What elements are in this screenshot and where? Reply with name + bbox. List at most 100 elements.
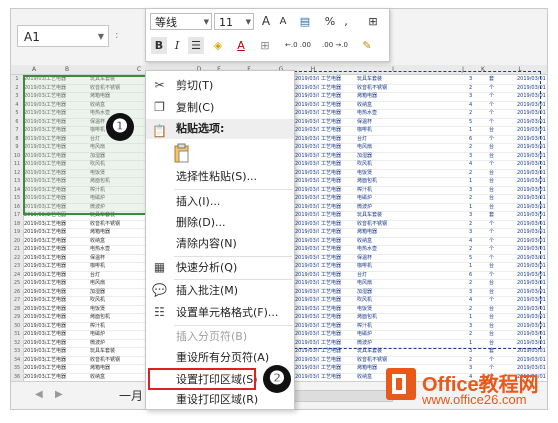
grid-cell[interactable]: 2019/03/01 [24,313,46,322]
row-number[interactable]: 17 [11,211,23,220]
grid-cell[interactable]: 2019/03/01 [24,220,46,229]
italic-button[interactable]: I [169,37,185,54]
grid-cell[interactable]: 2019/03/01 [24,305,46,314]
grid-cell[interactable]: 工艺电器 [46,322,90,331]
grid-cell[interactable]: 2019/03/01 [24,237,46,246]
grid-cell[interactable]: 2019/03/01 [24,279,46,288]
row-number[interactable]: 18 [11,220,23,229]
row-number[interactable]: 29 [11,313,23,322]
shrink-font-button[interactable]: A [275,13,291,30]
font-size-select[interactable]: 11 ▼ [214,13,254,30]
row-number[interactable]: 3 [11,92,23,101]
row-number[interactable]: 25 [11,279,23,288]
row-number[interactable]: 5 [11,109,23,118]
row-number[interactable]: 24 [11,271,23,280]
borders-icon[interactable]: ⊞ [256,37,274,54]
fill-color-icon[interactable]: ◈ [208,37,228,54]
comma-button[interactable]: , [340,13,352,30]
menu-item-paste-special[interactable]: 选择性粘贴(S)... [146,166,294,187]
col-letter-a[interactable]: A [23,65,45,74]
row-number[interactable]: 23 [11,262,23,271]
row-number[interactable]: 30 [11,322,23,331]
grid-cell[interactable]: 2019/03/01 [24,364,46,373]
grid-cell[interactable]: 工艺电器 [46,271,90,280]
grid-cell[interactable]: 2019/03/01 [24,373,46,382]
row-number[interactable]: 16 [11,203,23,212]
grid-cell[interactable]: 工艺电器 [46,245,90,254]
scroll-right-icon[interactable]: ▶ [55,389,63,400]
row-number[interactable]: 12 [11,169,23,178]
menu-item-clear-contents[interactable]: 清除内容(N) [146,233,294,254]
grid-cell[interactable]: 工艺电器 [321,364,357,373]
grid-cell[interactable]: 2019/03/01 [24,296,46,305]
grid-cell[interactable]: 工艺电器 [321,373,357,382]
grid-cell[interactable]: 工艺电器 [46,347,90,356]
row-number[interactable]: 26 [11,288,23,297]
paste-clipboard-icon[interactable] [174,143,190,163]
grid-cell[interactable]: 工艺电器 [46,279,90,288]
row-number[interactable]: 19 [11,228,23,237]
row-number[interactable]: 6 [11,118,23,127]
grid-cell[interactable]: 2019/03/01 [24,228,46,237]
row-number[interactable]: 4 [11,101,23,110]
menu-item-format-cells[interactable]: ☷ 设置单元格格式(F)... [146,302,294,323]
grid-cell[interactable]: 2019/03/01 [24,330,46,339]
grid-cell[interactable]: 2019/03/01 [24,347,46,356]
row-number[interactable]: 27 [11,296,23,305]
row-number[interactable]: 9 [11,143,23,152]
grid-cell[interactable]: 工艺电器 [46,305,90,314]
grid-cell[interactable]: 2019/03/01 [24,339,46,348]
grid-cell[interactable]: 工艺电器 [46,296,90,305]
grid-cell[interactable]: 工艺电器 [46,313,90,322]
row-number[interactable]: 33 [11,347,23,356]
row-number[interactable]: 10 [11,152,23,161]
row-number[interactable]: 2 [11,84,23,93]
row-number[interactable]: 32 [11,339,23,348]
grid-cell[interactable]: 工艺电器 [46,339,90,348]
grid-cell[interactable]: 2019/03/01 [24,356,46,365]
grid-cell[interactable]: 2019/03/01 [24,254,46,263]
row-number[interactable]: 14 [11,186,23,195]
menu-item-quick-analysis[interactable]: ▦ 快速分析(Q) [146,257,294,278]
row-number[interactable]: 28 [11,305,23,314]
row-number[interactable]: 34 [11,356,23,365]
grid-cell[interactable]: 工艺电器 [46,356,90,365]
menu-item-delete[interactable]: 删除(D)... [146,212,294,233]
row-number[interactable]: 8 [11,135,23,144]
row-number[interactable]: 35 [11,364,23,373]
grid-cell[interactable]: 2019/03/01 [24,262,46,271]
grid-cell[interactable]: 2019/03/01 [24,271,46,280]
grid-cell[interactable]: 2019/03/01 [24,322,46,331]
menu-item-insert-comment[interactable]: 💬 插入批注(M) [146,280,294,301]
menu-item-insert[interactable]: 插入(I)... [146,191,294,212]
row-number[interactable]: 13 [11,177,23,186]
bold-button[interactable]: B [151,37,167,54]
row-number[interactable]: 1 [11,75,23,84]
grid-cell[interactable]: 2019/03/01 [295,364,319,373]
scroll-left-icon[interactable]: ◀ [35,389,43,400]
grid-cell[interactable]: 工艺电器 [46,237,90,246]
decrease-decimal-button[interactable]: .00 →.0 [318,37,352,54]
grid-cell[interactable]: 工艺电器 [46,373,90,382]
row-number[interactable]: 15 [11,194,23,203]
grow-font-button[interactable]: A [258,13,274,30]
col-letter-b[interactable]: B [45,65,89,74]
menu-item-copy[interactable]: ❐ 复制(C) [146,97,294,118]
format-table-icon[interactable]: ⊞ [364,13,382,30]
format-painter-icon[interactable]: ✎ [358,37,376,54]
grid-cell[interactable]: 2019/03/01 [24,245,46,254]
cell-style-icon[interactable]: ▤ [294,13,316,30]
name-box[interactable]: A1 ▼ [17,25,109,47]
grid-cell[interactable]: 工艺电器 [46,262,90,271]
grid-cell[interactable]: 2019/03/01 [295,373,319,382]
grid-cell[interactable]: 工艺电器 [46,330,90,339]
row-number[interactable]: 22 [11,254,23,263]
grid-cell[interactable]: 工艺电器 [321,356,357,365]
row-number[interactable]: 21 [11,245,23,254]
row-number[interactable]: 20 [11,237,23,246]
grid-cell[interactable]: 工艺电器 [46,254,90,263]
font-name-select[interactable]: 等线 ▼ [150,13,212,30]
menu-item-cut[interactable]: ✂ 剪切(T) [146,75,294,96]
grid-cell[interactable]: 工艺电器 [46,288,90,297]
grid-cell[interactable]: 2019/03/01 [295,356,319,365]
